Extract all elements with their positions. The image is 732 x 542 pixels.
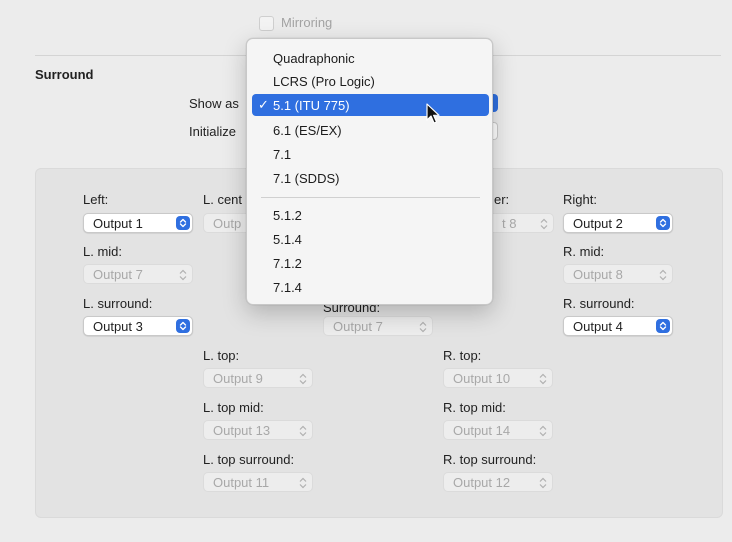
chevron-updown-icon (299, 425, 307, 437)
left-output-popup[interactable]: Output 1 (83, 213, 193, 233)
l-surround-label: L. surround: (83, 296, 153, 311)
chevron-updown-icon (179, 269, 187, 281)
menu-item-label: 5.1.2 (273, 207, 302, 223)
right-label: Right: (563, 192, 597, 207)
chevron-updown-icon (540, 218, 548, 230)
menu-item-7-1-2[interactable]: 7.1.2 (252, 252, 489, 274)
chevron-updown-icon (539, 477, 547, 489)
r-top-surround-output-popup[interactable]: Output 12 (443, 472, 553, 492)
r-mid-output-popup[interactable]: Output 8 (563, 264, 673, 284)
l-center-label: L. cent (203, 192, 243, 207)
show-as-label: Show as (189, 96, 239, 111)
checkmark-icon: ✓ (258, 97, 269, 112)
chevron-updown-icon (539, 373, 547, 385)
right-output-popup[interactable]: Output 2 (563, 213, 673, 233)
menu-item-5-1-4[interactable]: 5.1.4 (252, 228, 489, 250)
mouse-pointer-icon (426, 103, 440, 124)
c-surround-output-popup[interactable]: Output 7 (323, 316, 433, 336)
l-top-label: L. top: (203, 348, 240, 363)
r-center-label: er: (494, 192, 510, 207)
chevron-updown-icon (299, 477, 307, 489)
r-top-mid-label: R. top mid: (443, 400, 506, 415)
mirroring-label: Mirroring (281, 15, 333, 30)
chevron-updown-icon (656, 216, 670, 230)
menu-item-lcrs[interactable]: LCRS (Pro Logic) (252, 70, 489, 92)
l-top-surround-label: L. top surround: (203, 452, 295, 467)
chevron-updown-icon (176, 319, 190, 333)
menu-item-label: 6.1 (ES/EX) (273, 122, 342, 138)
r-mid-label: R. mid: (563, 244, 605, 259)
left-label: Left: (83, 192, 109, 207)
menu-item-label: 5.1 (ITU 775) (273, 97, 350, 113)
menu-item-7-1-4[interactable]: 7.1.4 (252, 276, 489, 298)
surround-format-menu: Quadraphonic LCRS (Pro Logic) ✓ 5.1 (ITU… (246, 38, 493, 305)
menu-item-quadraphonic[interactable]: Quadraphonic (252, 47, 489, 69)
menu-item-6-1-es-ex[interactable]: 6.1 (ES/EX) (252, 119, 489, 141)
menu-item-label: 7.1.4 (273, 279, 302, 295)
menu-item-label: 7.1 (273, 146, 292, 162)
surround-title: Surround (35, 67, 94, 82)
l-top-surround-output-popup[interactable]: Output 11 (203, 472, 313, 492)
r-top-surround-label: R. top surround: (443, 452, 537, 467)
chevron-updown-icon (419, 321, 427, 333)
menu-separator (261, 197, 480, 198)
menu-item-7-1[interactable]: 7.1 (252, 143, 489, 165)
r-surround-output-popup[interactable]: Output 4 (563, 316, 673, 336)
r-top-mid-output-popup[interactable]: Output 14 (443, 420, 553, 440)
chevron-updown-icon (656, 319, 670, 333)
chevron-updown-icon (659, 269, 667, 281)
l-mid-output-popup[interactable]: Output 7 (83, 264, 193, 284)
r-top-output-popup[interactable]: Output 10 (443, 368, 553, 388)
chevron-updown-icon (299, 373, 307, 385)
mirroring-checkbox[interactable] (259, 16, 274, 31)
menu-item-label: LCRS (Pro Logic) (273, 73, 375, 89)
r-top-label: R. top: (443, 348, 482, 363)
menu-item-5-1-2[interactable]: 5.1.2 (252, 204, 489, 226)
menu-item-label: Quadraphonic (273, 50, 355, 66)
l-surround-output-popup[interactable]: Output 3 (83, 316, 193, 336)
menu-item-label: 5.1.4 (273, 231, 302, 247)
menu-item-5-1-itu-775[interactable]: ✓ 5.1 (ITU 775) (252, 94, 489, 116)
chevron-updown-icon (176, 216, 190, 230)
initialize-label: Initialize (189, 124, 236, 139)
l-top-output-popup[interactable]: Output 9 (203, 368, 313, 388)
l-top-mid-label: L. top mid: (203, 400, 264, 415)
r-surround-label: R. surround: (563, 296, 635, 311)
chevron-updown-icon (539, 425, 547, 437)
menu-item-label: 7.1.2 (273, 255, 302, 271)
menu-item-7-1-sdds[interactable]: 7.1 (SDDS) (252, 167, 489, 189)
l-mid-label: L. mid: (83, 244, 123, 259)
l-top-mid-output-popup[interactable]: Output 13 (203, 420, 313, 440)
menu-item-label: 7.1 (SDDS) (273, 170, 340, 186)
